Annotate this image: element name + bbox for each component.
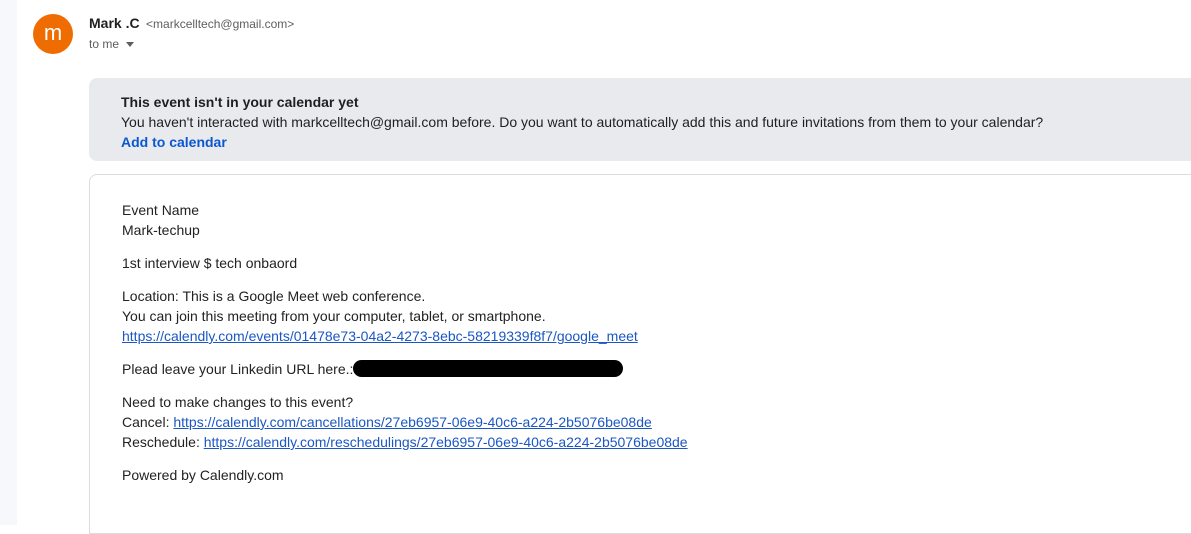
recipient-details-toggle[interactable]: to me <box>89 37 135 51</box>
left-rail <box>0 0 17 525</box>
redacted-block <box>353 360 624 377</box>
cancel-link[interactable]: https://calendly.com/cancellations/27eb6… <box>173 414 651 430</box>
google-meet-link[interactable]: https://calendly.com/events/01478e73-04a… <box>122 328 638 344</box>
linkedin-block: Plead leave your Linkedin URL here.: <box>122 359 1191 379</box>
sender-line: Mark .C <markcelltech@gmail.com> <box>89 15 294 33</box>
sender-avatar[interactable]: m <box>33 14 73 54</box>
event-join-text: You can join this meeting from your comp… <box>122 308 546 324</box>
changes-prompt: Need to make changes to this event? <box>122 394 354 410</box>
changes-block: Need to make changes to this event? Canc… <box>122 392 1191 452</box>
banner-message: You haven't interacted with markcelltech… <box>121 114 1044 130</box>
sender-email: <markcelltech@gmail.com> <box>146 17 295 31</box>
calendar-banner: This event isn't in your calendar yet Yo… <box>89 78 1191 161</box>
event-details-card: Event Name Mark-techup 1st interview $ t… <box>89 174 1191 534</box>
event-location: Location: This is a Google Meet web conf… <box>122 288 426 304</box>
event-description: 1st interview $ tech onbaord <box>122 255 298 271</box>
reschedule-link[interactable]: https://calendly.com/reschedulings/27eb6… <box>204 434 688 450</box>
recipient-label: to me <box>89 37 120 51</box>
sender-name[interactable]: Mark .C <box>89 15 140 31</box>
linkedin-prompt: Plead leave your Linkedin URL here.: <box>122 361 354 377</box>
banner-title: This event isn't in your calendar yet <box>121 94 359 110</box>
event-location-block: Location: This is a Google Meet web conf… <box>122 286 1191 346</box>
event-name-label: Event Name <box>122 202 200 218</box>
reschedule-label: Reschedule: <box>122 434 200 450</box>
event-name-value: Mark-techup <box>122 222 200 238</box>
chevron-down-icon[interactable] <box>126 42 135 47</box>
event-name-block: Event Name Mark-techup <box>122 200 1191 240</box>
add-to-calendar-button[interactable]: Add to calendar <box>121 132 227 152</box>
powered-by: Powered by Calendly.com <box>122 467 284 483</box>
avatar-letter: m <box>43 20 63 45</box>
cancel-label: Cancel: <box>122 414 170 430</box>
